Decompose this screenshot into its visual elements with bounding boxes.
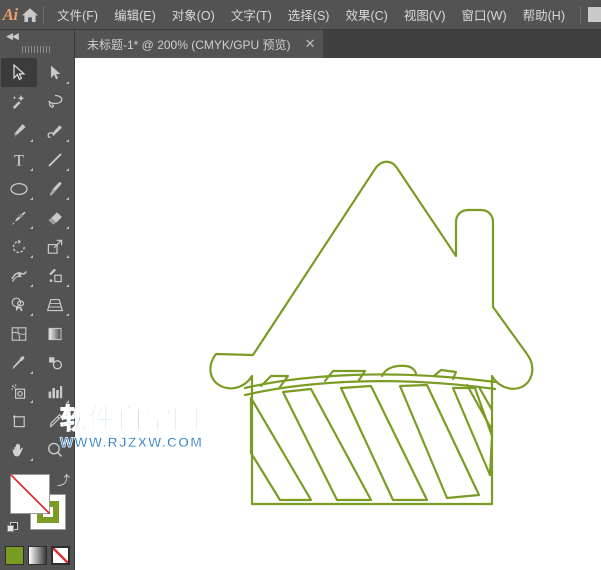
magic-wand-tool[interactable]	[1, 87, 37, 116]
tool-flyout-indicator	[30, 284, 33, 287]
menu-bar: Ai 文件(F) 编辑(E) 对象(O) 文字(T) 选择(S) 效果(C) 视…	[0, 0, 601, 30]
furrow-1	[249, 396, 313, 502]
line-segment-tool[interactable]	[37, 145, 73, 174]
svg-text:T: T	[14, 152, 24, 169]
document-tab-strip: 未标题-1* @ 200% (CMYK/GPU 预览) ✕	[75, 30, 601, 58]
zoom-tool[interactable]	[37, 435, 73, 464]
tool-flyout-indicator	[30, 458, 33, 461]
menubar-divider	[42, 5, 44, 24]
artwork-svg	[209, 160, 534, 506]
tool-flyout-indicator	[66, 255, 69, 258]
hand-tool[interactable]	[1, 435, 37, 464]
home-icon[interactable]	[20, 0, 40, 30]
fill-swatch[interactable]	[10, 474, 50, 514]
furrow-3	[339, 384, 429, 502]
tool-flyout-indicator	[30, 139, 33, 142]
gradient-mode-button[interactable]	[27, 546, 47, 565]
gradient-tool[interactable]	[37, 319, 73, 348]
tool-flyout-indicator	[66, 400, 69, 403]
menubar-right-controls	[573, 0, 601, 30]
pen-tool[interactable]	[1, 116, 37, 145]
lasso-tool[interactable]	[37, 87, 73, 116]
scale-tool[interactable]	[37, 232, 73, 261]
free-transform-tool[interactable]	[37, 261, 73, 290]
tool-flyout-indicator	[66, 197, 69, 200]
tool-flyout-indicator	[30, 400, 33, 403]
artboard-canvas[interactable]	[75, 58, 601, 570]
fill-stroke-controls: ⤴	[0, 470, 74, 542]
tool-flyout-indicator	[30, 255, 33, 258]
eraser-tool[interactable]	[37, 203, 73, 232]
tool-flyout-indicator	[30, 168, 33, 171]
type-tool[interactable]: T	[1, 145, 37, 174]
furrow-4	[398, 383, 481, 500]
tools-panel-header: ◀◀	[0, 30, 74, 42]
menu-help[interactable]: 帮助(H)	[515, 0, 573, 30]
default-fill-stroke-icon[interactable]	[6, 518, 22, 539]
field-right-edge-1	[465, 383, 494, 432]
swap-fill-stroke-icon[interactable]: ⤴	[57, 470, 70, 489]
selection-tool[interactable]	[1, 58, 37, 87]
blend-tool[interactable]	[37, 348, 73, 377]
menu-view[interactable]: 视图(V)	[396, 0, 454, 30]
color-mode-button[interactable]	[4, 546, 24, 565]
ellipse-tool[interactable]	[1, 174, 37, 203]
curvature-tool[interactable]	[37, 116, 73, 145]
workspace-switcher-chip[interactable]	[588, 7, 601, 22]
paintbrush-tool[interactable]	[37, 174, 73, 203]
tool-flyout-indicator	[66, 284, 69, 287]
menu-items: 文件(F) 编辑(E) 对象(O) 文字(T) 选择(S) 效果(C) 视图(V…	[49, 0, 573, 30]
menu-window[interactable]: 窗口(W)	[454, 0, 515, 30]
perspective-grid-tool[interactable]	[37, 290, 73, 319]
tool-flyout-indicator	[66, 168, 69, 171]
app-logo: Ai	[2, 4, 19, 24]
tool-grid: T	[0, 56, 74, 464]
tool-flyout-indicator	[66, 226, 69, 229]
menu-edit[interactable]: 编辑(E)	[106, 0, 164, 30]
menu-type[interactable]: 文字(T)	[223, 0, 280, 30]
symbol-sprayer-tool[interactable]	[1, 377, 37, 406]
none-mode-button[interactable]	[50, 546, 70, 565]
none-slash-icon	[52, 548, 68, 563]
tool-flyout-indicator	[30, 313, 33, 316]
shape-builder-tool[interactable]	[1, 290, 37, 319]
document-tab[interactable]: 未标题-1* @ 200% (CMYK/GPU 预览) ✕	[75, 30, 324, 58]
direct-selection-tool[interactable]	[37, 58, 73, 87]
tool-flyout-indicator	[66, 139, 69, 142]
color-mode-buttons	[0, 546, 74, 565]
illustrator-window: Ai 文件(F) 编辑(E) 对象(O) 文字(T) 选择(S) 效果(C) 视…	[0, 0, 601, 570]
eyedropper-tool[interactable]	[1, 348, 37, 377]
tool-flyout-indicator	[30, 226, 33, 229]
furrow-2	[281, 387, 373, 502]
collapse-panel-icon[interactable]: ◀◀	[6, 31, 19, 41]
panel-grip-handle[interactable]	[0, 42, 74, 56]
artboard-tool[interactable]	[1, 406, 37, 435]
slice-tool[interactable]	[37, 406, 73, 435]
tools-panel: ◀◀ T ⤴	[0, 30, 75, 570]
close-icon[interactable]: ✕	[305, 38, 316, 51]
fill-none-slash-icon	[10, 474, 50, 514]
menu-effect[interactable]: 效果(C)	[337, 0, 395, 30]
document-tab-label: 未标题-1* @ 200% (CMYK/GPU 预览)	[87, 37, 291, 52]
tool-flyout-indicator	[66, 313, 69, 316]
menubar-right-divider	[580, 5, 581, 24]
tool-flyout-indicator	[30, 197, 33, 200]
mesh-tool[interactable]	[1, 319, 37, 348]
menu-object[interactable]: 对象(O)	[164, 0, 223, 30]
column-graph-tool[interactable]	[37, 377, 73, 406]
width-tool[interactable]	[1, 261, 37, 290]
tool-flyout-indicator	[66, 81, 69, 84]
blob-brush-tool[interactable]	[1, 203, 37, 232]
menu-file[interactable]: 文件(F)	[49, 0, 106, 30]
tool-flyout-indicator	[66, 429, 69, 432]
farmhouse-field-outline	[209, 160, 534, 506]
tool-flyout-indicator	[30, 371, 33, 374]
grip-lines-icon	[22, 45, 52, 53]
menu-select[interactable]: 选择(S)	[280, 0, 338, 30]
rotate-tool[interactable]	[1, 232, 37, 261]
